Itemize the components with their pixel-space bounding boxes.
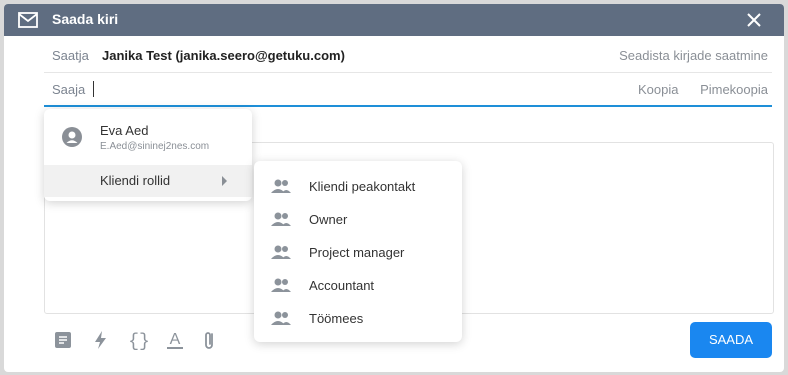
- role-item[interactable]: Töömees: [254, 302, 462, 335]
- account-icon: [62, 127, 82, 147]
- people-icon: [271, 245, 291, 259]
- mail-icon: [18, 12, 38, 28]
- template-icon[interactable]: [52, 328, 74, 352]
- people-icon: [271, 179, 291, 193]
- suggestion-user-email: E.Aed@sininej2nes.com: [100, 141, 210, 152]
- bcc-link[interactable]: Pimekoopia: [700, 82, 768, 97]
- sender-settings-link[interactable]: Seadista kirjade saatmine: [619, 48, 768, 63]
- to-input-caret: [93, 81, 94, 97]
- client-roles-label: Kliendi rollid: [100, 173, 171, 188]
- close-icon[interactable]: [744, 10, 764, 30]
- dialog-titlebar: Saada kiri: [4, 4, 784, 36]
- svg-text:A: A: [170, 331, 181, 348]
- attachment-icon[interactable]: [198, 328, 220, 352]
- role-label: Kliendi peakontakt: [309, 179, 416, 194]
- to-row[interactable]: Saaja Koopia Pimekoopia: [44, 72, 772, 107]
- role-label: Accountant: [309, 278, 375, 293]
- to-label: Saaja: [52, 82, 86, 97]
- people-icon: [271, 212, 291, 226]
- role-item[interactable]: Project manager: [254, 236, 462, 269]
- chevron-right-icon: [222, 176, 227, 186]
- role-label: Project manager: [309, 245, 405, 260]
- role-item[interactable]: Accountant: [254, 269, 462, 302]
- people-icon: [271, 278, 291, 292]
- braces-icon[interactable]: {}: [126, 328, 152, 352]
- client-roles-submenu: Kliendi peakontakt Owner Project manager…: [254, 161, 462, 342]
- suggestion-user-name: Eva Aed: [100, 123, 149, 138]
- recipient-suggestions-menu: Eva Aed E.Aed@sininej2nes.com Kliendi ro…: [44, 109, 252, 201]
- cc-bcc-links: Koopia Pimekoopia: [620, 82, 768, 97]
- dialog-title: Saada kiri: [52, 11, 119, 27]
- suggestion-user[interactable]: Eva Aed E.Aed@sininej2nes.com: [44, 109, 252, 165]
- from-label: Saatja: [52, 48, 89, 63]
- cc-link[interactable]: Koopia: [638, 82, 678, 97]
- from-value: Janika Test (janika.seero@getuku.com): [102, 48, 345, 63]
- role-label: Owner: [309, 212, 348, 227]
- role-label: Töömees: [309, 311, 364, 326]
- role-item[interactable]: Owner: [254, 203, 462, 236]
- role-item[interactable]: Kliendi peakontakt: [254, 170, 462, 203]
- send-button[interactable]: SAADA: [690, 322, 772, 358]
- people-icon: [271, 311, 291, 325]
- svg-text:{}: {}: [128, 332, 150, 352]
- client-roles-item[interactable]: Kliendi rollid: [44, 165, 252, 197]
- from-row: Saatja Janika Test (janika.seero@getuku.…: [44, 38, 772, 73]
- text-format-icon[interactable]: A: [164, 328, 186, 352]
- flash-icon[interactable]: [90, 328, 112, 352]
